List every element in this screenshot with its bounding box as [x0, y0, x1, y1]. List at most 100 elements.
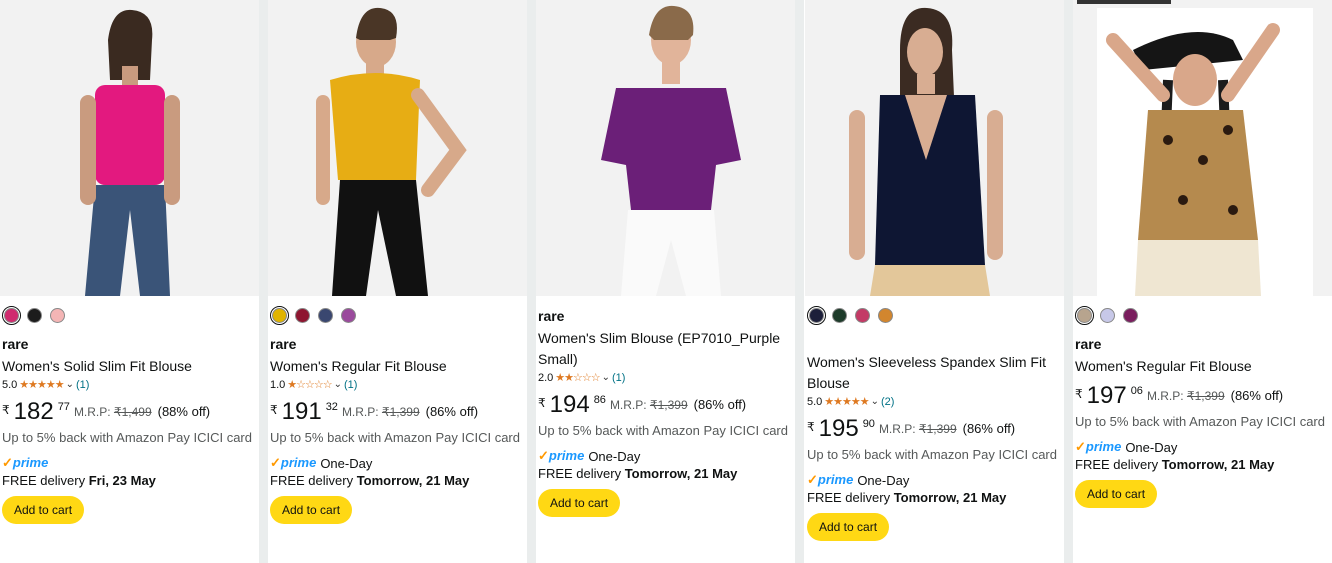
- rating-value: 5.0: [2, 379, 18, 391]
- price-fraction: 77: [57, 401, 70, 413]
- rating-row: 5.0 ★★★★★ ⌄ (2): [807, 394, 1064, 410]
- delivery-date: Tomorrow, 21 May: [1161, 457, 1275, 472]
- price-whole: 197: [1086, 382, 1127, 409]
- swatch-0[interactable]: [2, 305, 21, 325]
- rating-value: 5.0: [807, 396, 823, 408]
- prime-row: ✓prime One-Day: [807, 472, 1064, 488]
- product-card: rare Women's Slim Blouse (EP7010_Purple …: [536, 0, 795, 563]
- price-row: ₹ 195 90 M.R.P: ₹1,399 (86% off): [807, 416, 1064, 442]
- chevron-down-icon[interactable]: ⌄: [66, 377, 74, 393]
- product-image[interactable]: [0, 0, 259, 296]
- swatch-1[interactable]: [27, 307, 42, 323]
- product-card: rare Women's Regular Fit Blouse ₹ 197 06…: [1073, 0, 1332, 563]
- price-fraction: 06: [1130, 385, 1143, 397]
- mrp-label: M.R.P: ₹1,499: [73, 405, 152, 419]
- swatch-3[interactable]: [878, 307, 893, 323]
- discount-percent: (88% off): [157, 404, 211, 419]
- swatch-3[interactable]: [341, 307, 356, 323]
- product-title[interactable]: Women's Regular Fit Blouse: [1075, 356, 1327, 377]
- price-row: ₹ 182 77 M.R.P: ₹1,499 (88% off): [2, 399, 259, 425]
- add-to-cart-button[interactable]: Add to cart: [538, 489, 621, 517]
- delivery-date: Tomorrow, 21 May: [624, 466, 738, 481]
- star-rating[interactable]: ★★☆☆☆: [555, 370, 600, 386]
- color-swatches: [807, 296, 1064, 334]
- prime-logo-icon: ✓prime: [538, 448, 585, 463]
- prime-logo-icon: ✓prime: [807, 472, 854, 487]
- rating-row: 1.0 ★☆☆☆☆ ⌄ (1): [270, 377, 527, 393]
- cashback-offer: Up to 5% back with Amazon Pay ICICI card: [270, 430, 520, 445]
- card-divider: [259, 0, 268, 563]
- delivery-info: FREE delivery Fri, 23 May: [2, 473, 156, 488]
- add-to-cart-button[interactable]: Add to cart: [1075, 480, 1158, 508]
- mrp-value: ₹1,399: [381, 405, 420, 419]
- price-fraction: 32: [325, 401, 338, 413]
- mrp-value: ₹1,399: [918, 422, 957, 436]
- prime-logo-icon: ✓prime: [1075, 439, 1122, 454]
- add-to-cart-button[interactable]: Add to cart: [2, 496, 85, 524]
- add-to-cart-button[interactable]: Add to cart: [807, 513, 890, 541]
- star-rating[interactable]: ★☆☆☆☆: [287, 377, 332, 393]
- price-whole: 194: [549, 391, 590, 418]
- review-count[interactable]: (1): [76, 377, 89, 393]
- add-to-cart-button[interactable]: Add to cart: [270, 496, 353, 524]
- mrp-label: M.R.P: ₹1,399: [341, 405, 420, 419]
- review-count[interactable]: (1): [612, 370, 625, 386]
- product-image[interactable]: [1073, 0, 1332, 296]
- delivery-date: Tomorrow, 21 May: [356, 473, 470, 488]
- brand-name: rare: [538, 308, 565, 324]
- mrp-value: ₹1,399: [649, 398, 688, 412]
- product-title[interactable]: Women's Regular Fit Blouse: [270, 356, 522, 377]
- prime-extra: One-Day: [320, 455, 373, 471]
- currency-symbol: ₹: [807, 420, 815, 434]
- review-count[interactable]: (2): [881, 394, 894, 410]
- mrp-label: M.R.P: ₹1,399: [878, 422, 957, 436]
- swatch-0[interactable]: [1075, 305, 1094, 325]
- discount-percent: (86% off): [425, 404, 479, 419]
- cashback-offer: Up to 5% back with Amazon Pay ICICI card: [538, 423, 788, 438]
- prime-logo-icon: ✓prime: [2, 455, 49, 470]
- price-whole: 191: [281, 398, 322, 425]
- card-divider: [795, 0, 804, 563]
- product-image[interactable]: [536, 0, 795, 296]
- swatch-1[interactable]: [295, 307, 310, 323]
- chevron-down-icon[interactable]: ⌄: [334, 377, 342, 393]
- chevron-down-icon[interactable]: ⌄: [871, 394, 879, 410]
- swatch-1[interactable]: [1100, 307, 1115, 323]
- swatch-1[interactable]: [832, 307, 847, 323]
- review-count[interactable]: (1): [344, 377, 357, 393]
- currency-symbol: ₹: [538, 396, 546, 410]
- mrp-label: M.R.P: ₹1,399: [609, 398, 688, 412]
- product-image[interactable]: [805, 0, 1064, 296]
- chevron-down-icon[interactable]: ⌄: [602, 370, 610, 386]
- price-fraction: 90: [862, 418, 875, 430]
- delivery-info: FREE delivery Tomorrow, 21 May: [270, 473, 470, 488]
- discount-percent: (86% off): [962, 421, 1016, 436]
- product-title[interactable]: Women's Solid Slim Fit Blouse: [2, 356, 254, 377]
- currency-symbol: ₹: [2, 403, 10, 417]
- swatch-2[interactable]: [855, 307, 870, 323]
- swatch-2[interactable]: [318, 307, 333, 323]
- star-rating[interactable]: ★★★★★: [824, 394, 869, 410]
- swatch-2[interactable]: [1123, 307, 1138, 323]
- color-swatches: [270, 296, 527, 334]
- rating-row: 5.0 ★★★★★ ⌄ (1): [2, 377, 259, 393]
- discount-percent: (86% off): [1230, 388, 1284, 403]
- product-card: rare Women's Regular Fit Blouse 1.0 ★☆☆☆…: [268, 0, 527, 563]
- swatch-0[interactable]: [270, 305, 289, 325]
- rating-row: 2.0 ★★☆☆☆ ⌄ (1): [538, 370, 795, 386]
- swatch-2[interactable]: [50, 307, 65, 323]
- rating-value: 2.0: [538, 372, 554, 384]
- product-title[interactable]: Women's Sleeveless Spandex Slim Fit Blou…: [807, 352, 1059, 394]
- star-rating[interactable]: ★★★★★: [19, 377, 64, 393]
- product-title[interactable]: Women's Slim Blouse (EP7010_Purple Small…: [538, 328, 790, 370]
- color-swatches: [2, 296, 259, 334]
- delivery-date: Fri, 23 May: [88, 473, 156, 488]
- prime-extra: One-Day: [1125, 439, 1178, 455]
- swatch-0[interactable]: [807, 305, 826, 325]
- card-divider: [527, 0, 536, 563]
- product-grid: rare Women's Solid Slim Fit Blouse 5.0 ★…: [0, 0, 1332, 563]
- prime-extra: One-Day: [588, 448, 641, 464]
- currency-symbol: ₹: [270, 403, 278, 417]
- prime-row: ✓prime One-Day: [1075, 439, 1332, 455]
- product-image[interactable]: [268, 0, 527, 296]
